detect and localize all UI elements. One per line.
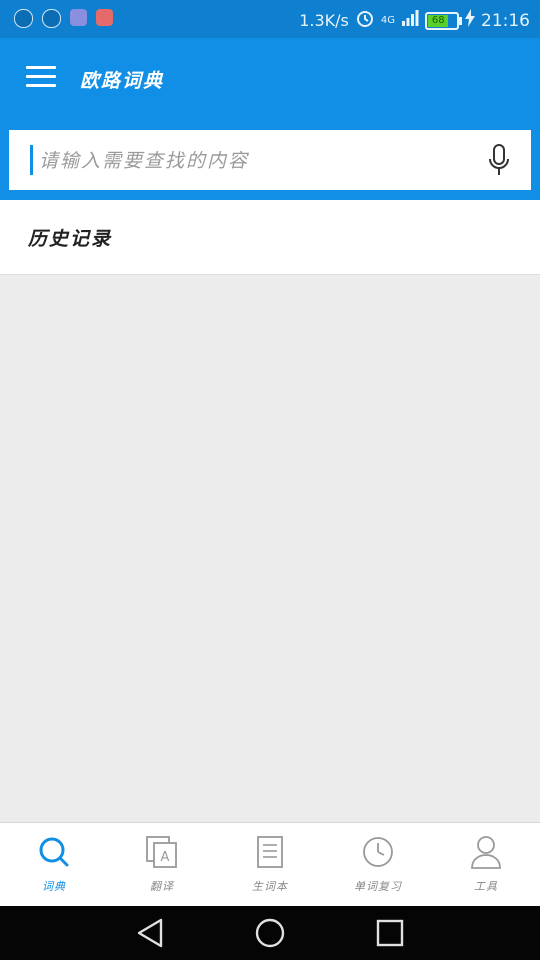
tab-label: 翻译 bbox=[150, 880, 174, 893]
network-type: 4G bbox=[380, 15, 395, 26]
microphone-icon[interactable] bbox=[487, 144, 511, 178]
system-indicators: 1.3K/s 4G 68 21:16 bbox=[299, 8, 530, 33]
bottom-tab-bar: 词典 A 翻译 生词本 单词复习 工具 bbox=[0, 822, 540, 907]
search-input[interactable] bbox=[37, 140, 471, 182]
translate-icon: A bbox=[146, 836, 177, 868]
tab-tools[interactable]: 工具 bbox=[432, 823, 540, 907]
tab-translate[interactable]: A 翻译 bbox=[108, 823, 216, 907]
charging-icon bbox=[465, 9, 475, 32]
tab-label: 词典 bbox=[42, 880, 66, 893]
app-bar: 欧路词典 bbox=[0, 38, 540, 200]
user-icon bbox=[471, 836, 501, 869]
back-icon[interactable] bbox=[133, 916, 167, 950]
net-speed: 1.3K/s bbox=[299, 11, 349, 30]
search-bar[interactable] bbox=[9, 130, 531, 190]
status-bar: 1.3K/s 4G 68 21:16 bbox=[0, 0, 540, 38]
message-notification-icon bbox=[96, 9, 113, 26]
clock-time: 21:16 bbox=[481, 10, 530, 31]
tab-label: 生词本 bbox=[252, 880, 288, 893]
hamburger-menu-icon[interactable] bbox=[26, 66, 56, 90]
chat-notification-icon bbox=[70, 9, 87, 26]
history-section: 历史记录 bbox=[0, 200, 540, 275]
notebook-icon bbox=[257, 836, 283, 868]
battery-level: 68 bbox=[428, 14, 449, 27]
search-icon bbox=[39, 837, 69, 867]
notification-icons bbox=[14, 9, 113, 28]
system-nav-bar bbox=[0, 906, 540, 960]
history-title: 历史记录 bbox=[28, 228, 113, 250]
tab-dictionary[interactable]: 词典 bbox=[0, 823, 108, 907]
signal-icon bbox=[401, 9, 419, 32]
recent-apps-icon[interactable] bbox=[373, 916, 407, 950]
battery-icon: 68 bbox=[425, 11, 462, 30]
alarm-icon bbox=[355, 8, 375, 33]
svg-text:A: A bbox=[161, 850, 170, 865]
text-cursor bbox=[30, 145, 33, 175]
clock-icon bbox=[363, 837, 393, 867]
app-title: 欧路词典 bbox=[80, 70, 165, 92]
browser-notification-icon bbox=[42, 9, 61, 28]
app-notification-icon bbox=[14, 9, 33, 28]
tab-wordbook[interactable]: 生词本 bbox=[216, 823, 324, 907]
tab-label: 单词复习 bbox=[354, 880, 402, 893]
tab-review[interactable]: 单词复习 bbox=[324, 823, 432, 907]
tab-label: 工具 bbox=[474, 880, 498, 893]
home-icon[interactable] bbox=[253, 916, 287, 950]
